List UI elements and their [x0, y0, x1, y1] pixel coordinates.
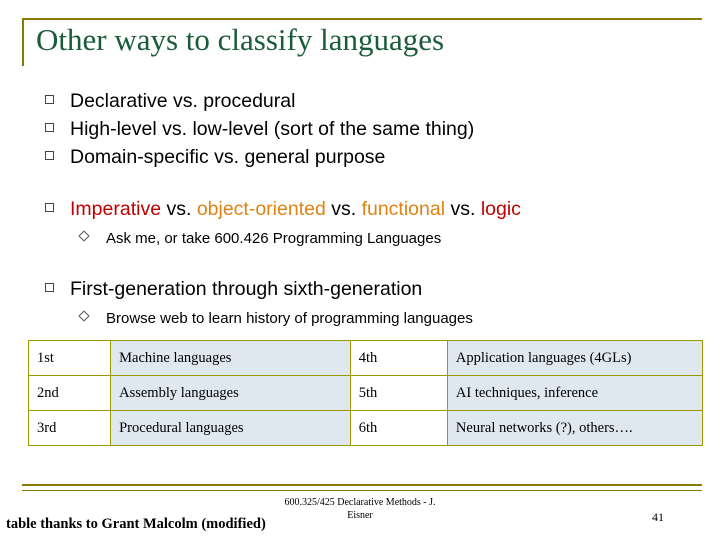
- cell-right-num: 6th: [349, 410, 448, 446]
- square-bullet-icon: [36, 196, 70, 222]
- page-title: Other ways to classify languages: [36, 22, 445, 57]
- cell-left-name: Machine languages: [110, 340, 351, 376]
- footer-rule-bottom: [22, 490, 702, 491]
- cell-right-name: Neural networks (?), others….: [446, 410, 704, 446]
- segment-imperative: Imperative: [70, 198, 162, 220]
- list-item: Domain-specific vs. general purpose: [36, 144, 696, 170]
- list-item-label: Domain-specific vs. general purpose: [70, 146, 386, 168]
- credit-note: table thanks to Grant Malcolm (modified): [6, 516, 266, 532]
- square-bullet-icon: [36, 116, 70, 142]
- sub-list-item-label: Ask me, or take 600.426 Programming Lang…: [106, 230, 442, 247]
- table-row: 1st Machine languages 4th Application la…: [27, 340, 704, 376]
- cell-left-num: 1st: [27, 340, 112, 376]
- cell-left-name: Assembly languages: [110, 375, 351, 411]
- segment-vs-1: vs.: [161, 198, 197, 220]
- cell-right-name: Application languages (4GLs): [446, 340, 704, 376]
- segment-vs-2: vs.: [325, 198, 362, 220]
- cell-left-num: 3rd: [27, 410, 112, 446]
- bullet-list: Declarative vs. procedural High-level vs…: [36, 88, 696, 330]
- list-item: High-level vs. low-level (sort of the sa…: [36, 116, 696, 142]
- table-row: 2nd Assembly languages 5th AI techniques…: [27, 375, 704, 411]
- sub-list-item: Browse web to learn history of programmi…: [78, 308, 696, 330]
- title-top-rule: [22, 18, 702, 20]
- segment-functional: functional: [361, 198, 446, 220]
- square-bullet-icon: [36, 144, 70, 170]
- list-item-label: Imperative vs. object-oriented vs. funct…: [70, 196, 521, 222]
- list-item: First-generation through sixth-generatio…: [36, 276, 696, 302]
- sub-list-item-label: Browse web to learn history of programmi…: [106, 310, 473, 327]
- cell-right-num: 5th: [349, 375, 448, 411]
- segment-logic: logic: [480, 198, 521, 220]
- list-item: Imperative vs. object-oriented vs. funct…: [36, 196, 696, 222]
- diamond-bullet-icon: [78, 308, 106, 330]
- list-item-label: Declarative vs. procedural: [70, 90, 296, 112]
- generations-table: 1st Machine languages 4th Application la…: [27, 340, 704, 446]
- cell-right-num: 4th: [349, 340, 448, 376]
- square-bullet-icon: [36, 88, 70, 114]
- cell-right-name: AI techniques, inference: [446, 375, 704, 411]
- list-item-label: High-level vs. low-level (sort of the sa…: [70, 118, 475, 140]
- segment-vs-3: vs.: [445, 198, 481, 220]
- page-number: 41: [652, 510, 664, 524]
- list-item: Declarative vs. procedural: [36, 88, 696, 114]
- list-item-label: First-generation through sixth-generatio…: [70, 278, 423, 300]
- square-bullet-icon: [36, 276, 70, 302]
- cell-left-name: Procedural languages: [110, 410, 351, 446]
- footer-course-line-1: 600.325/425 Declarative Methods - J.: [284, 497, 436, 508]
- segment-object-oriented: object-oriented: [196, 198, 326, 220]
- footer-rule-top: [22, 484, 702, 486]
- sub-list-item: Ask me, or take 600.426 Programming Lang…: [78, 228, 696, 250]
- cell-left-num: 2nd: [27, 375, 112, 411]
- diamond-bullet-icon: [78, 228, 106, 250]
- title-left-rule: [22, 18, 24, 66]
- slide-canvas: Other ways to classify languages Declara…: [0, 0, 720, 540]
- table-row: 3rd Procedural languages 6th Neural netw…: [27, 410, 704, 446]
